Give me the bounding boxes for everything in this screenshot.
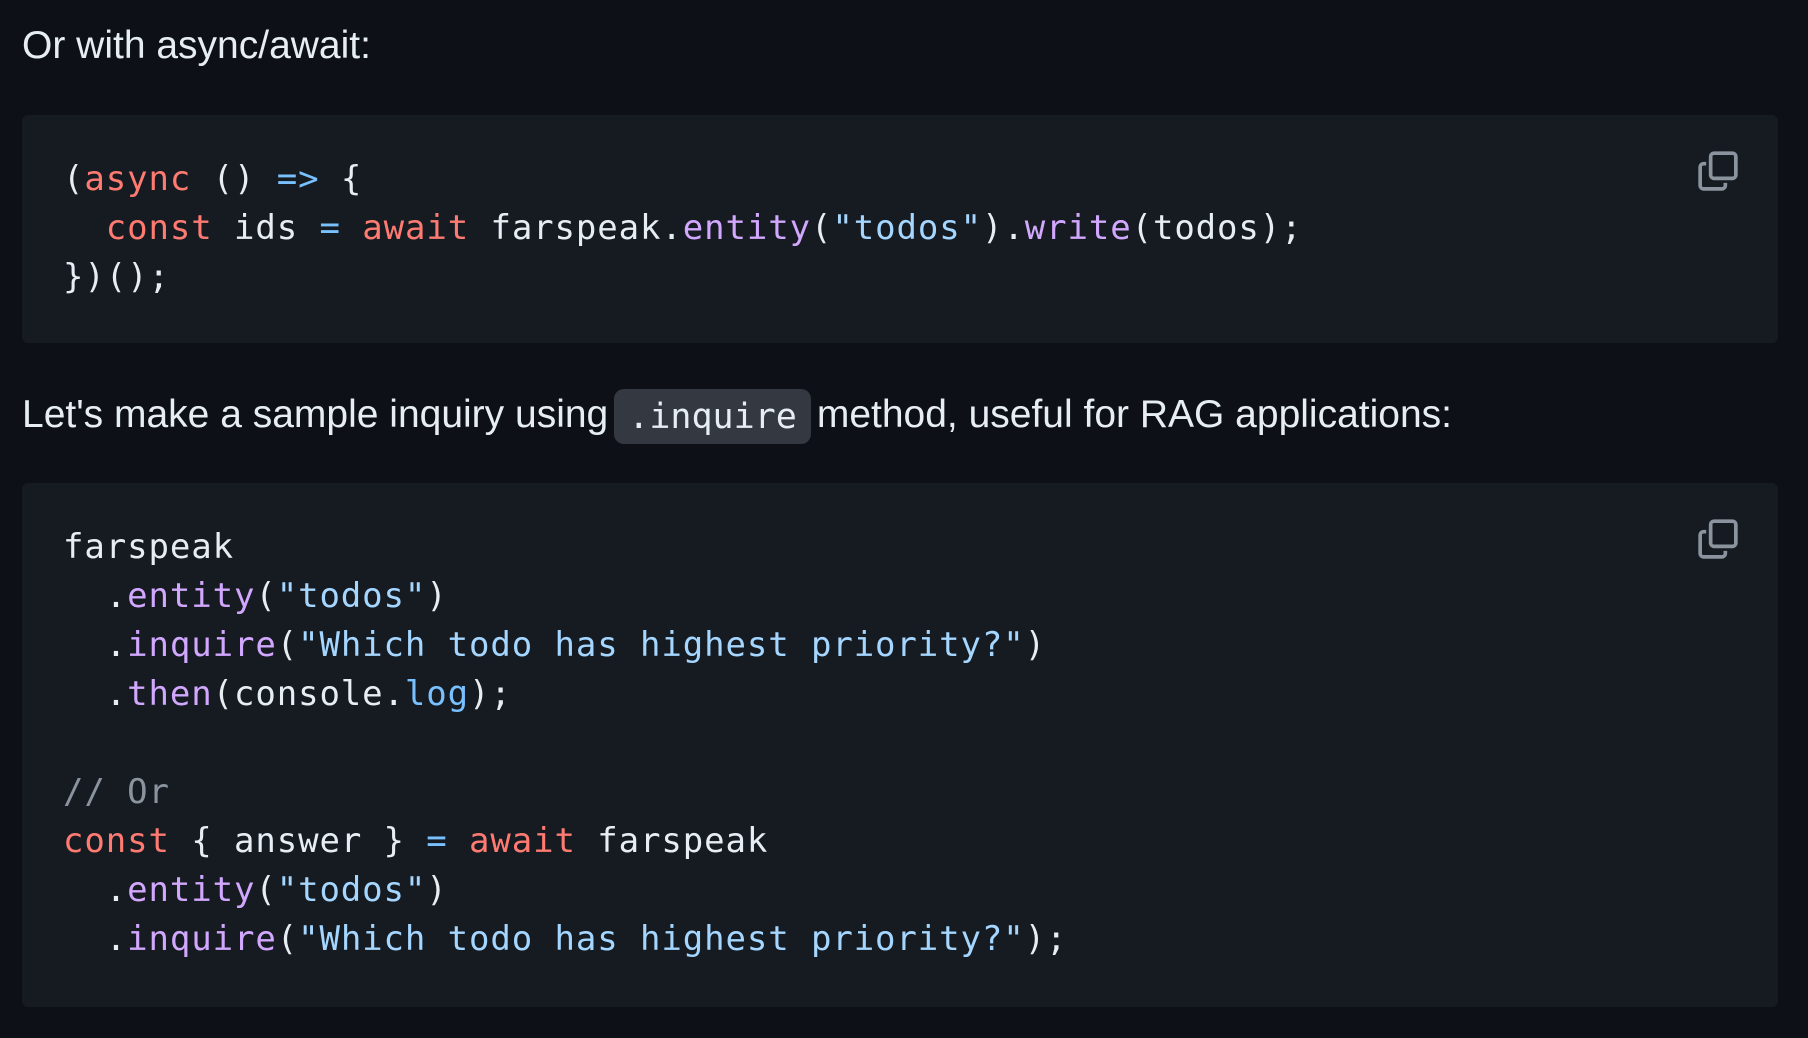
code-line[interactable]: const { answer } = await farspeak	[63, 817, 1067, 866]
code-token-fn: then	[127, 674, 213, 714]
code-token-plain: farspeak.	[469, 208, 683, 248]
code-token-plain: ()	[191, 159, 277, 199]
code-token-plain: farspeak	[63, 527, 234, 567]
code-token-plain: })();	[63, 257, 170, 297]
code-line[interactable]: // Or	[63, 768, 1067, 817]
code-token-plain: .	[63, 919, 128, 959]
code-line[interactable]: .entity("todos")	[63, 572, 1067, 621]
copy-button[interactable]	[1694, 149, 1742, 197]
code-token-plain: )	[426, 870, 448, 910]
code-token-op: log	[404, 674, 470, 714]
code-token-plain: .	[63, 674, 128, 714]
code-token-op: =	[426, 821, 448, 861]
code-token-plain: farspeak	[575, 821, 769, 861]
code-token-kw: async	[84, 159, 192, 199]
code-line[interactable]: const ids = await farspeak.entity("todos…	[63, 204, 1303, 253]
code-block-async[interactable]: (async () => { const ids = await farspea…	[22, 115, 1778, 343]
code-token-fn: inquire	[127, 919, 277, 959]
code-token-op: =>	[276, 159, 320, 199]
code-token-plain: { answer }	[169, 821, 427, 861]
code-content[interactable]: (async () => { const ids = await farspea…	[63, 155, 1303, 302]
code-line[interactable]: (async () => {	[63, 155, 1303, 204]
code-token-plain: .	[63, 870, 128, 910]
code-token-plain: (console.	[212, 674, 405, 714]
code-token-plain: )	[1024, 625, 1047, 665]
inquire-intro: Let's make a sample inquiry using .inquir…	[22, 389, 1452, 444]
code-token-plain: ).	[981, 208, 1025, 248]
code-token-kw: await	[469, 821, 576, 861]
copy-icon	[1697, 518, 1739, 565]
inline-code-inquire: .inquire	[614, 389, 811, 444]
code-token-fn: entity	[127, 870, 256, 910]
code-token-plain: );	[1024, 919, 1068, 959]
code-token-plain: .	[63, 625, 128, 665]
code-token-plain: (	[255, 576, 277, 616]
code-line[interactable]	[63, 719, 1067, 768]
code-line[interactable]: .inquire("Which todo has highest priorit…	[63, 915, 1067, 964]
code-token-plain: (	[276, 919, 299, 959]
code-content[interactable]: farspeak .entity("todos") .inquire("Whic…	[63, 523, 1067, 964]
code-token-plain: {	[319, 159, 363, 199]
code-token-plain: )	[426, 576, 448, 616]
code-token-plain: ids	[212, 208, 320, 248]
code-token-fn: entity	[682, 208, 811, 248]
async-await-intro-text: Or with async/await:	[22, 24, 371, 67]
code-line[interactable]: .entity("todos")	[63, 866, 1067, 915]
code-token-plain: (todos);	[1131, 208, 1303, 248]
code-line[interactable]: farspeak	[63, 523, 1067, 572]
code-token-plain: (	[276, 625, 299, 665]
code-token-plain: .	[63, 576, 128, 616]
code-token-fn: write	[1024, 208, 1132, 248]
code-token-fn: inquire	[127, 625, 277, 665]
inquire-intro-after: method, useful for RAG applications:	[816, 392, 1452, 436]
code-token-plain: (	[255, 870, 277, 910]
code-token-str: "Which todo has highest priority?"	[298, 625, 1025, 665]
code-token-str: "todos"	[276, 870, 427, 910]
code-token-str: "todos"	[276, 576, 427, 616]
code-token-op: =	[319, 208, 341, 248]
inquire-intro-before: Let's make a sample inquiry using	[22, 392, 609, 436]
code-token-kw: await	[362, 208, 470, 248]
copy-icon	[1697, 150, 1739, 197]
code-token-str: "Which todo has highest priority?"	[298, 919, 1025, 959]
copy-button[interactable]	[1694, 517, 1742, 565]
code-token-fn: entity	[127, 576, 256, 616]
code-token-plain: (	[811, 208, 833, 248]
code-line[interactable]: .inquire("Which todo has highest priorit…	[63, 621, 1067, 670]
code-token-plain: );	[469, 674, 512, 714]
code-token-str: "todos"	[832, 208, 982, 248]
code-token-kw: const	[63, 821, 170, 861]
async-await-intro: Or with async/await:	[22, 22, 371, 70]
code-token-plain: (	[63, 159, 85, 199]
code-token-cm: // Or	[63, 772, 170, 812]
code-line[interactable]: .then(console.log);	[63, 670, 1067, 719]
code-token-kw: const	[105, 208, 213, 248]
code-block-inquire[interactable]: farspeak .entity("todos") .inquire("Whic…	[22, 483, 1778, 1007]
code-line[interactable]: })();	[63, 253, 1303, 302]
